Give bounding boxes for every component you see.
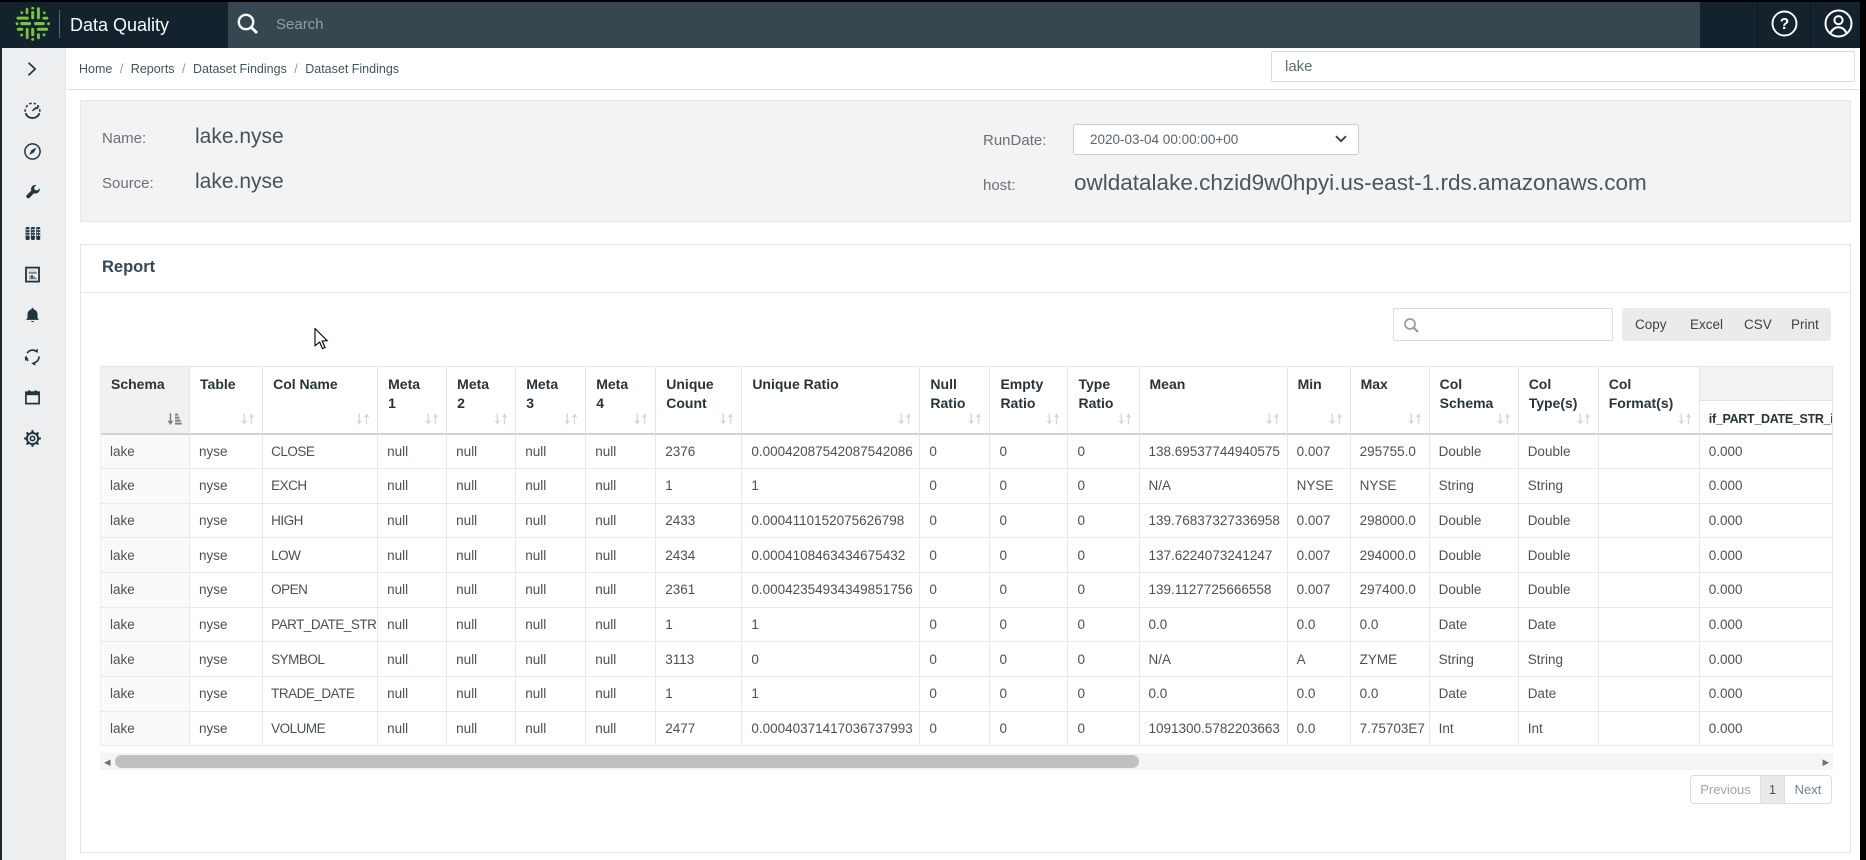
svg-text:?: ? [1780,16,1789,33]
